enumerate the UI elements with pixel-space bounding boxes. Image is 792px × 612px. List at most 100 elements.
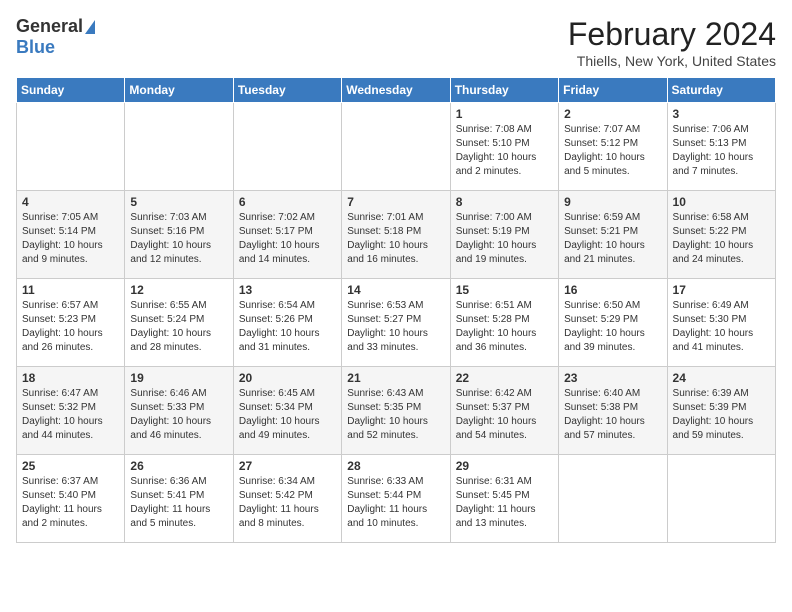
cell-content: Sunrise: 6:53 AM Sunset: 5:27 PM Dayligh…	[347, 299, 444, 355]
cell-content: Sunrise: 6:59 AM Sunset: 5:21 PM Dayligh…	[564, 211, 661, 267]
day-number: 10	[673, 195, 770, 209]
day-number: 20	[239, 371, 336, 385]
calendar-cell: 26 Sunrise: 6:36 AM Sunset: 5:41 PM Dayli…	[125, 455, 233, 543]
cell-content: Sunrise: 6:31 AM Sunset: 5:45 PM Dayligh…	[456, 475, 553, 531]
calendar-cell: 12 Sunrise: 6:55 AM Sunset: 5:24 PM Dayli…	[125, 279, 233, 367]
calendar-cell: 13 Sunrise: 6:54 AM Sunset: 5:26 PM Dayli…	[233, 279, 341, 367]
day-number: 27	[239, 459, 336, 473]
cell-content: Sunrise: 7:05 AM Sunset: 5:14 PM Dayligh…	[22, 211, 119, 267]
day-number: 21	[347, 371, 444, 385]
cell-content: Sunrise: 6:34 AM Sunset: 5:42 PM Dayligh…	[239, 475, 336, 531]
cell-content: Sunrise: 7:07 AM Sunset: 5:12 PM Dayligh…	[564, 123, 661, 179]
calendar-cell: 25 Sunrise: 6:37 AM Sunset: 5:40 PM Dayli…	[17, 455, 125, 543]
calendar-cell: 15 Sunrise: 6:51 AM Sunset: 5:28 PM Dayli…	[450, 279, 558, 367]
calendar-week-row: 1Sunrise: 7:08 AM Sunset: 5:10 PM Daylig…	[17, 103, 776, 191]
calendar-cell	[233, 103, 341, 191]
logo-general-text: General	[16, 16, 83, 37]
calendar-cell	[125, 103, 233, 191]
calendar-cell: 2 Sunrise: 7:07 AM Sunset: 5:12 PM Daylig…	[559, 103, 667, 191]
day-number: 4	[22, 195, 119, 209]
calendar-cell: 28Sunrise: 6:33 AM Sunset: 5:44 PM Dayli…	[342, 455, 450, 543]
day-number: 25	[22, 459, 119, 473]
day-number: 14	[347, 283, 444, 297]
cell-content: Sunrise: 6:57 AM Sunset: 5:23 PM Dayligh…	[22, 299, 119, 355]
calendar-cell: 4 Sunrise: 7:05 AM Sunset: 5:14 PM Daylig…	[17, 191, 125, 279]
calendar-header-row: SundayMondayTuesdayWednesdayThursdayFrid…	[17, 78, 776, 103]
calendar-cell: 29 Sunrise: 6:31 AM Sunset: 5:45 PM Dayli…	[450, 455, 558, 543]
calendar-cell: 10 Sunrise: 6:58 AM Sunset: 5:22 PM Dayli…	[667, 191, 775, 279]
calendar-table: SundayMondayTuesdayWednesdayThursdayFrid…	[16, 77, 776, 543]
logo: General Blue	[16, 16, 95, 58]
calendar-cell: 19 Sunrise: 6:46 AM Sunset: 5:33 PM Dayli…	[125, 367, 233, 455]
cell-content: Sunrise: 6:36 AM Sunset: 5:41 PM Dayligh…	[130, 475, 227, 531]
cell-content: Sunrise: 6:43 AM Sunset: 5:35 PM Dayligh…	[347, 387, 444, 443]
calendar-header-cell: Saturday	[667, 78, 775, 103]
day-number: 19	[130, 371, 227, 385]
calendar-cell: 9Sunrise: 6:59 AM Sunset: 5:21 PM Daylig…	[559, 191, 667, 279]
day-number: 18	[22, 371, 119, 385]
day-number: 26	[130, 459, 227, 473]
logo-blue-text: Blue	[16, 37, 55, 58]
cell-content: Sunrise: 6:58 AM Sunset: 5:22 PM Dayligh…	[673, 211, 770, 267]
calendar-cell	[559, 455, 667, 543]
day-number: 13	[239, 283, 336, 297]
day-number: 2	[564, 107, 661, 121]
calendar-cell: 3 Sunrise: 7:06 AM Sunset: 5:13 PM Daylig…	[667, 103, 775, 191]
day-number: 28	[347, 459, 444, 473]
day-number: 6	[239, 195, 336, 209]
day-number: 3	[673, 107, 770, 121]
calendar-cell: 27 Sunrise: 6:34 AM Sunset: 5:42 PM Dayli…	[233, 455, 341, 543]
calendar-cell: 21 Sunrise: 6:43 AM Sunset: 5:35 PM Dayli…	[342, 367, 450, 455]
cell-content: Sunrise: 7:01 AM Sunset: 5:18 PM Dayligh…	[347, 211, 444, 267]
cell-content: Sunrise: 6:45 AM Sunset: 5:34 PM Dayligh…	[239, 387, 336, 443]
calendar-cell: 7 Sunrise: 7:01 AM Sunset: 5:18 PM Daylig…	[342, 191, 450, 279]
calendar-cell: 23Sunrise: 6:40 AM Sunset: 5:38 PM Dayli…	[559, 367, 667, 455]
calendar-cell: 1Sunrise: 7:08 AM Sunset: 5:10 PM Daylig…	[450, 103, 558, 191]
day-number: 12	[130, 283, 227, 297]
calendar-cell: 20 Sunrise: 6:45 AM Sunset: 5:34 PM Dayli…	[233, 367, 341, 455]
cell-content: Sunrise: 7:08 AM Sunset: 5:10 PM Dayligh…	[456, 123, 553, 179]
calendar-header-cell: Tuesday	[233, 78, 341, 103]
cell-content: Sunrise: 6:55 AM Sunset: 5:24 PM Dayligh…	[130, 299, 227, 355]
logo-triangle-icon	[85, 20, 95, 34]
calendar-cell: 6 Sunrise: 7:02 AM Sunset: 5:17 PM Daylig…	[233, 191, 341, 279]
cell-content: Sunrise: 7:06 AM Sunset: 5:13 PM Dayligh…	[673, 123, 770, 179]
calendar-header-cell: Friday	[559, 78, 667, 103]
cell-content: Sunrise: 6:37 AM Sunset: 5:40 PM Dayligh…	[22, 475, 119, 531]
day-number: 15	[456, 283, 553, 297]
day-number: 7	[347, 195, 444, 209]
calendar-header-cell: Sunday	[17, 78, 125, 103]
cell-content: Sunrise: 6:46 AM Sunset: 5:33 PM Dayligh…	[130, 387, 227, 443]
calendar-header-cell: Monday	[125, 78, 233, 103]
day-number: 29	[456, 459, 553, 473]
calendar-cell: 14 Sunrise: 6:53 AM Sunset: 5:27 PM Dayli…	[342, 279, 450, 367]
calendar-week-row: 11 Sunrise: 6:57 AM Sunset: 5:23 PM Dayli…	[17, 279, 776, 367]
location-title: Thiells, New York, United States	[568, 53, 776, 69]
day-number: 17	[673, 283, 770, 297]
calendar-cell: 11 Sunrise: 6:57 AM Sunset: 5:23 PM Dayli…	[17, 279, 125, 367]
day-number: 11	[22, 283, 119, 297]
day-number: 24	[673, 371, 770, 385]
calendar-cell: 22 Sunrise: 6:42 AM Sunset: 5:37 PM Dayli…	[450, 367, 558, 455]
calendar-week-row: 25 Sunrise: 6:37 AM Sunset: 5:40 PM Dayli…	[17, 455, 776, 543]
day-number: 16	[564, 283, 661, 297]
cell-content: Sunrise: 6:54 AM Sunset: 5:26 PM Dayligh…	[239, 299, 336, 355]
calendar-cell	[342, 103, 450, 191]
calendar-cell: 5Sunrise: 7:03 AM Sunset: 5:16 PM Daylig…	[125, 191, 233, 279]
cell-content: Sunrise: 6:39 AM Sunset: 5:39 PM Dayligh…	[673, 387, 770, 443]
calendar-cell: 16Sunrise: 6:50 AM Sunset: 5:29 PM Dayli…	[559, 279, 667, 367]
month-title: February 2024	[568, 16, 776, 53]
cell-content: Sunrise: 7:00 AM Sunset: 5:19 PM Dayligh…	[456, 211, 553, 267]
cell-content: Sunrise: 6:42 AM Sunset: 5:37 PM Dayligh…	[456, 387, 553, 443]
title-area: February 2024 Thiells, New York, United …	[568, 16, 776, 69]
cell-content: Sunrise: 6:51 AM Sunset: 5:28 PM Dayligh…	[456, 299, 553, 355]
calendar-week-row: 4 Sunrise: 7:05 AM Sunset: 5:14 PM Daylig…	[17, 191, 776, 279]
cell-content: Sunrise: 7:02 AM Sunset: 5:17 PM Dayligh…	[239, 211, 336, 267]
cell-content: Sunrise: 7:03 AM Sunset: 5:16 PM Dayligh…	[130, 211, 227, 267]
cell-content: Sunrise: 6:40 AM Sunset: 5:38 PM Dayligh…	[564, 387, 661, 443]
calendar-cell: 18Sunrise: 6:47 AM Sunset: 5:32 PM Dayli…	[17, 367, 125, 455]
calendar-cell: 24 Sunrise: 6:39 AM Sunset: 5:39 PM Dayli…	[667, 367, 775, 455]
page-header: General Blue February 2024 Thiells, New …	[16, 16, 776, 69]
calendar-cell: 8Sunrise: 7:00 AM Sunset: 5:19 PM Daylig…	[450, 191, 558, 279]
day-number: 22	[456, 371, 553, 385]
